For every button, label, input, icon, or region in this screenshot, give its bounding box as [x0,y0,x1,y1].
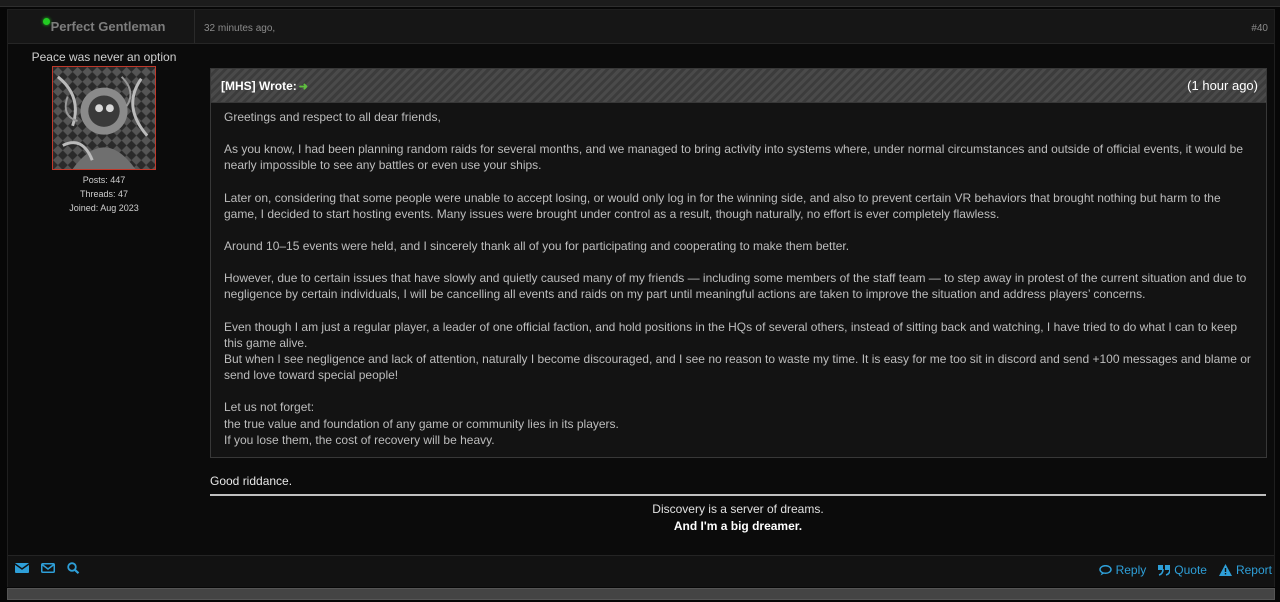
post-footer: Reply Quote Report [8,555,1274,587]
user-sidebar: Peace was never an option Posts: 447 Thr… [8,43,200,215]
post-header: Perfect Gentleman 32 minutes ago, #40 [8,10,1274,44]
quote-paragraph: However, due to certain issues that have… [224,271,1247,302]
quote-paragraph: Around 10–15 events were held, and I sin… [224,239,850,254]
quote-button[interactable]: Quote [1158,563,1207,577]
signature-line-2: And I'm a big dreamer. [673,519,803,533]
post-message: Good riddance. [210,474,293,488]
post-actions: Reply Quote Report [1098,563,1272,577]
quote-paragraph: If you lose them, the cost of recovery w… [224,432,495,447]
avatar[interactable] [52,66,156,170]
signature-line-1: Discovery is a server of dreams. [652,502,824,516]
warning-icon [1218,564,1232,576]
quote-label: Quote [1174,563,1207,577]
user-actions [15,562,80,574]
search-icon[interactable] [67,562,80,574]
quote-time: (1 hour ago) [1187,78,1258,93]
quote-author: [MHS] Wrote: ➜ [221,79,308,93]
reply-button[interactable]: Reply [1098,563,1147,577]
quote-header: [MHS] Wrote: ➜ (1 hour ago) [211,69,1266,103]
post-number-link[interactable]: #40 [1251,23,1268,34]
report-button[interactable]: Report [1218,563,1272,577]
reply-icon [1098,564,1112,575]
online-status-icon [43,18,50,25]
quote-paragraph: Even though I am just a regular player, … [224,319,1238,350]
arrow-right-icon[interactable]: ➜ [299,81,308,93]
posts-count: Posts: 447 [82,175,126,185]
bottom-bar [7,588,1275,600]
quote-author-label: [MHS] Wrote: [221,79,297,93]
quote-icon [1158,564,1171,576]
post-date: 32 minutes ago, [204,23,276,34]
threads-count: Threads: 47 [79,189,129,199]
quote-paragraph: Greetings and respect to all dear friend… [224,110,441,124]
envelope-icon[interactable] [15,562,29,574]
forum-post: Perfect Gentleman 32 minutes ago, #40 Pe… [7,9,1275,587]
quote-paragraph: But when I see negligence and lack of at… [224,352,1251,383]
joined-date: Joined: Aug 2023 [69,203,139,213]
reply-label: Reply [1115,563,1147,577]
username-link[interactable]: Perfect Gentleman [51,19,166,34]
quote-paragraph: Later on, considering that some people w… [224,190,1221,221]
quote-body: Greetings and respect to all dear friend… [211,103,1266,448]
user-title: Peace was never an option [31,50,177,64]
user-stats: Posts: 447 Threads: 47 Joined: Aug 2023 [8,173,200,215]
top-bar [0,0,1280,7]
signature-divider [210,494,1266,496]
quote-paragraph: Let us not forget: [224,400,315,415]
envelope-outline-icon[interactable] [41,562,55,574]
quote-paragraph: As you know, I had been planning random … [224,142,1243,173]
post-author: Perfect Gentleman [8,10,195,43]
quote-paragraph: the true value and foundation of any gam… [224,416,619,431]
quote-block: [MHS] Wrote: ➜ (1 hour ago) Greetings and… [210,68,1267,458]
report-label: Report [1235,563,1272,577]
